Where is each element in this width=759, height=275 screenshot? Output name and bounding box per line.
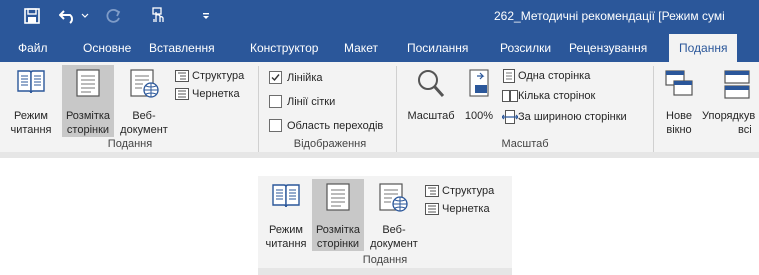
draft-label: Чернетка: [192, 88, 240, 100]
tab-file[interactable]: Файл: [18, 41, 48, 55]
ribbon-tabs: Файл Основне Вставлення Конструктор Маке…: [0, 32, 759, 62]
new-window-button[interactable]: Нове вікно: [656, 65, 702, 137]
print-layout-button[interactable]: Розмітка сторінки: [312, 179, 364, 251]
web-layout-label-2: документ: [370, 238, 418, 250]
new-window-icon: [665, 70, 693, 98]
separator: [653, 66, 654, 152]
outline-button[interactable]: Структура: [423, 183, 509, 201]
tab-mailings[interactable]: Розсилки: [500, 41, 551, 55]
draft-label: Чернетка: [442, 203, 490, 215]
zoom-100-button[interactable]: 100%: [462, 65, 496, 137]
tab-references[interactable]: Посилання: [407, 41, 468, 55]
views-group-zoom-crop: Режим читання Розмітка сторінки Веб- док…: [258, 176, 512, 275]
tab-layout[interactable]: Макет: [344, 41, 378, 55]
views-group-label: Подання: [107, 138, 153, 150]
new-window-label-2: вікно: [666, 124, 692, 136]
undo-dropdown-icon[interactable]: [80, 6, 90, 26]
print-layout-label-2: сторінки: [316, 238, 360, 250]
ribbon: Режим читання Розмітка сторінки Веб- док…: [0, 62, 759, 158]
page-width-button[interactable]: За шириною сторінки: [500, 108, 648, 126]
arrange-all-label-2: всі: [738, 124, 752, 136]
page-width-label: За шириною сторінки: [518, 111, 627, 123]
one-page-icon: [503, 69, 515, 83]
undo-icon[interactable]: [58, 6, 78, 26]
print-layout-label-1: Розмітка: [65, 110, 111, 122]
print-layout-label-1: Розмітка: [315, 224, 361, 236]
web-layout-label-2: документ: [120, 124, 168, 136]
draft-button[interactable]: Чернетка: [173, 86, 257, 104]
separator: [258, 66, 259, 152]
read-mode-button[interactable]: Режим читання: [2, 65, 60, 137]
zoom-group-label: Масштаб: [501, 138, 549, 150]
show-group-label: Відображення: [293, 138, 367, 150]
read-mode-icon: [16, 69, 46, 95]
zoom-100-label: 100%: [464, 110, 494, 122]
multiple-pages-icon: [502, 90, 518, 102]
tab-home[interactable]: Основне: [83, 41, 131, 55]
redo-icon[interactable]: [104, 6, 124, 26]
ruler-label: Лінійка: [287, 72, 323, 84]
nav-pane-label: Область переходів: [287, 120, 384, 132]
read-mode-icon: [271, 183, 301, 209]
one-page-button[interactable]: Одна сторінка: [500, 68, 610, 86]
outline-label: Структура: [192, 70, 245, 82]
print-layout-icon: [326, 183, 350, 211]
multiple-pages-label: Кілька сторінок: [518, 90, 596, 102]
nav-pane-checkbox[interactable]: Область переходів: [266, 117, 392, 135]
web-layout-label-1: Веб-: [132, 110, 156, 122]
print-layout-icon: [76, 69, 100, 97]
title-bar: 262_Методичні рекомендації [Режим сумі: [0, 0, 759, 32]
web-layout-label-1: Веб-: [382, 224, 406, 236]
outline-icon: [175, 70, 189, 82]
print-layout-label-2: сторінки: [66, 124, 110, 136]
ribbon-bottom-strip: [0, 152, 759, 158]
views-group-label: Подання: [362, 254, 408, 266]
nav-pane-check-icon: [269, 119, 282, 132]
arrange-all-icon: [724, 70, 752, 100]
read-mode-label-2: читання: [10, 124, 52, 136]
gridlines-label: Лінії сітки: [287, 96, 336, 108]
zoom-100-icon: [469, 69, 489, 97]
word-screenshot: { "titlebar": { "doc_title": "262_Методи…: [0, 0, 759, 275]
multiple-pages-button[interactable]: Кілька сторінок: [500, 88, 620, 106]
arrange-all-label-1: Упорядкув: [702, 110, 756, 122]
read-mode-button[interactable]: Режим читання: [260, 179, 312, 251]
draft-icon: [425, 203, 439, 215]
tab-design[interactable]: Конструктор: [250, 41, 318, 55]
outline-label: Структура: [442, 185, 495, 197]
print-layout-button[interactable]: Розмітка сторінки: [62, 65, 114, 137]
outline-button[interactable]: Структура: [173, 68, 257, 86]
tab-view[interactable]: Подання: [669, 34, 738, 62]
ruler-checkbox[interactable]: Лінійка: [266, 69, 346, 87]
tab-review[interactable]: Рецензування: [569, 41, 647, 55]
arrange-all-button[interactable]: Упорядкув всі: [702, 65, 759, 137]
magnifier-icon: [417, 69, 445, 99]
web-layout-button[interactable]: Веб- документ: [116, 65, 172, 137]
ruler-check-icon: [269, 71, 282, 84]
read-mode-label-1: Режим: [14, 110, 48, 122]
gridlines-check-icon: [269, 95, 282, 108]
web-layout-button[interactable]: Веб- документ: [366, 179, 422, 251]
draft-icon: [175, 88, 189, 100]
customize-qat-icon[interactable]: [200, 6, 212, 26]
page-width-icon: [502, 110, 518, 124]
outline-icon: [425, 185, 439, 197]
one-page-label: Одна сторінка: [518, 70, 591, 82]
zoom-label: Масштаб: [407, 110, 455, 122]
crop-bottom-strip: [258, 268, 512, 275]
web-layout-icon: [130, 69, 160, 99]
web-layout-icon: [379, 183, 409, 213]
save-icon[interactable]: [22, 6, 42, 26]
zoom-button[interactable]: Масштаб: [400, 65, 462, 137]
read-mode-label-2: читання: [265, 238, 307, 250]
gridlines-checkbox[interactable]: Лінії сітки: [266, 93, 366, 111]
read-mode-label-1: Режим: [269, 224, 303, 236]
tab-insert[interactable]: Вставлення: [149, 41, 215, 55]
touch-mode-icon[interactable]: [148, 6, 168, 26]
new-window-label-1: Нове: [666, 110, 692, 122]
separator: [396, 66, 397, 152]
draft-button[interactable]: Чернетка: [423, 201, 509, 219]
document-title: 262_Методичні рекомендації [Режим сумі: [494, 9, 725, 23]
